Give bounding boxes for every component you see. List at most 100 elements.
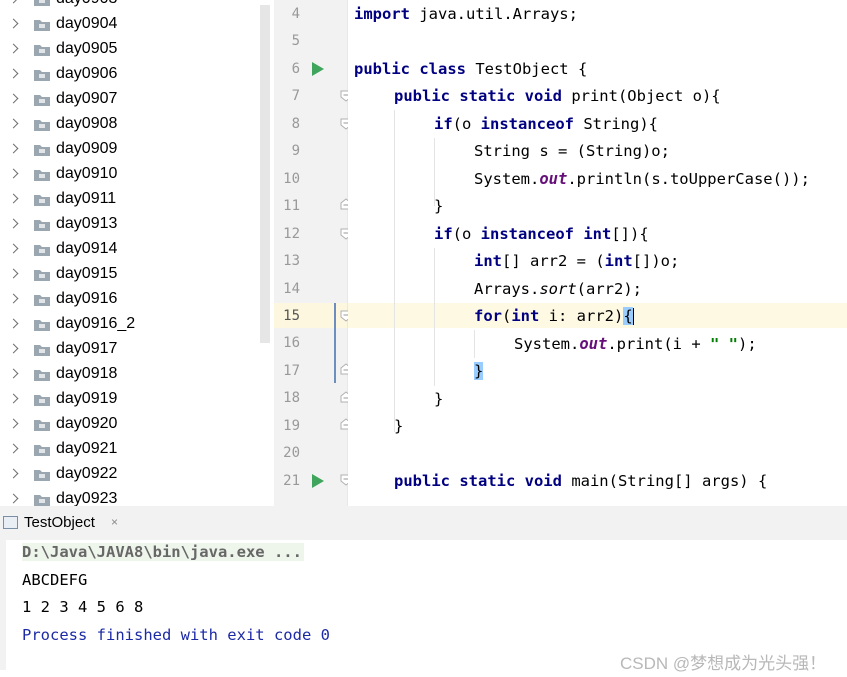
indent-guide <box>434 138 435 206</box>
tree-item[interactable]: day0916_2 <box>0 313 272 338</box>
run-icon[interactable] <box>312 474 324 488</box>
tree-item-label: day0915 <box>56 265 118 282</box>
line-number: 8 <box>291 115 300 132</box>
exit-message: Process finished with exit code 0 <box>22 626 330 644</box>
folder-icon <box>34 445 50 456</box>
tree-item[interactable]: day0910 <box>0 163 272 188</box>
code-editor[interactable]: import java.util.Arrays; public class Te… <box>348 0 847 506</box>
chevron-right-icon[interactable] <box>8 293 19 304</box>
tree-item[interactable]: day0909 <box>0 138 272 163</box>
folder-icon <box>34 245 50 256</box>
code-text: System. <box>514 335 580 353</box>
code-line-21: public static void main(String[] args) { <box>394 472 767 490</box>
tree-item[interactable]: day0918 <box>0 363 272 388</box>
run-command-line[interactable]: D:\Java\JAVA8\bin\java.exe ... <box>22 543 304 561</box>
chevron-right-icon[interactable] <box>8 493 19 504</box>
chevron-right-icon[interactable] <box>8 268 19 279</box>
code-text: } <box>434 390 444 408</box>
code-line-10: System.out.println(s.toUpperCase()); <box>474 170 810 188</box>
tree-item[interactable]: day0922 <box>0 463 272 488</box>
tree-item[interactable]: day0917 <box>0 338 272 363</box>
tree-item-label: day0917 <box>56 340 118 357</box>
code-line-15: for(int i: arr2){ <box>474 307 634 325</box>
code-line-14: Arrays.sort(arr2); <box>474 280 642 298</box>
chevron-right-icon[interactable] <box>8 143 19 154</box>
code-text: } <box>394 417 404 435</box>
tree-item[interactable]: day0916 <box>0 288 272 313</box>
chevron-right-icon[interactable] <box>8 468 19 479</box>
folder-icon <box>34 395 50 406</box>
tree-item-label: day0905 <box>56 40 118 57</box>
tree-item[interactable]: day0920 <box>0 413 272 438</box>
code-text: java.util.Arrays; <box>410 5 578 23</box>
code-text: []){ <box>611 225 649 243</box>
tree-item[interactable]: day0907 <box>0 88 272 113</box>
chevron-right-icon[interactable] <box>8 93 19 104</box>
chevron-right-icon[interactable] <box>8 443 19 454</box>
folder-icon <box>34 195 50 206</box>
chevron-right-icon[interactable] <box>8 418 19 429</box>
tree-item[interactable]: day0919 <box>0 388 272 413</box>
close-icon[interactable]: × <box>111 515 118 529</box>
code-text: [])o; <box>632 252 680 270</box>
line-number: 10 <box>283 170 300 187</box>
tree-item[interactable]: day0921 <box>0 438 272 463</box>
code-line-17: } <box>474 362 484 380</box>
chevron-right-icon[interactable] <box>8 18 19 29</box>
line-number: 19 <box>283 417 300 434</box>
code-text: .print(i + <box>607 335 710 353</box>
code-line-11: } <box>434 197 443 215</box>
chevron-right-icon[interactable] <box>8 68 19 79</box>
line-number: 11 <box>283 198 300 215</box>
run-tool-window-tabs: TestObject × <box>0 506 847 541</box>
tree-item[interactable]: day0914 <box>0 238 272 263</box>
tree-item[interactable]: day0911 <box>0 188 272 213</box>
folder-icon <box>34 145 50 156</box>
code-line-4: import java.util.Arrays; <box>354 5 578 23</box>
chevron-right-icon[interactable] <box>8 43 19 54</box>
tree-scrollbar[interactable] <box>260 5 270 343</box>
line-number: 14 <box>283 280 300 297</box>
tree-item-label: day0910 <box>56 165 118 182</box>
code-line-12: if(o instanceof int[]){ <box>434 225 649 243</box>
chevron-right-icon[interactable] <box>8 343 19 354</box>
run-icon[interactable] <box>312 62 324 76</box>
chevron-right-icon[interactable] <box>8 318 19 329</box>
tree-item[interactable]: day0908 <box>0 113 272 138</box>
line-number: 15 <box>283 307 300 324</box>
folder-icon <box>34 70 50 81</box>
folder-icon <box>34 20 50 31</box>
code-text: (o <box>452 225 481 243</box>
tree-item[interactable]: day0906 <box>0 63 272 88</box>
tree-item[interactable]: day0915 <box>0 263 272 288</box>
chevron-right-icon[interactable] <box>8 118 19 129</box>
project-tree: day0903 day0904 day0905 day0906 day0907 day0… <box>0 0 272 506</box>
chevron-right-icon[interactable] <box>8 218 19 229</box>
folder-icon <box>34 495 50 506</box>
chevron-right-icon[interactable] <box>8 393 19 404</box>
matched-brace: } <box>474 362 484 380</box>
code-text: print(Object o){ <box>561 87 721 105</box>
tree-item[interactable]: day0905 <box>0 38 272 63</box>
chevron-right-icon[interactable] <box>8 368 19 379</box>
chevron-right-icon[interactable] <box>8 193 19 204</box>
folder-icon <box>34 345 50 356</box>
tree-item[interactable]: day0923 <box>0 488 272 506</box>
tree-item-label: day0921 <box>56 440 118 457</box>
console-icon <box>3 516 18 529</box>
tree-item[interactable]: day0904 <box>0 13 272 38</box>
indent-guide <box>434 248 435 386</box>
folder-icon <box>34 470 50 481</box>
chevron-right-icon[interactable] <box>8 243 19 254</box>
chevron-right-icon[interactable] <box>8 0 19 4</box>
change-marker <box>334 303 336 383</box>
tree-item-label: day0922 <box>56 465 118 482</box>
keyword: for <box>474 307 502 325</box>
keyword: import <box>354 5 410 23</box>
code-text: [] arr2 = ( <box>502 252 605 270</box>
tree-item[interactable]: day0903 <box>0 0 272 13</box>
tree-item[interactable]: day0913 <box>0 213 272 238</box>
folder-icon <box>34 0 50 6</box>
line-number: 20 <box>283 445 300 462</box>
chevron-right-icon[interactable] <box>8 168 19 179</box>
